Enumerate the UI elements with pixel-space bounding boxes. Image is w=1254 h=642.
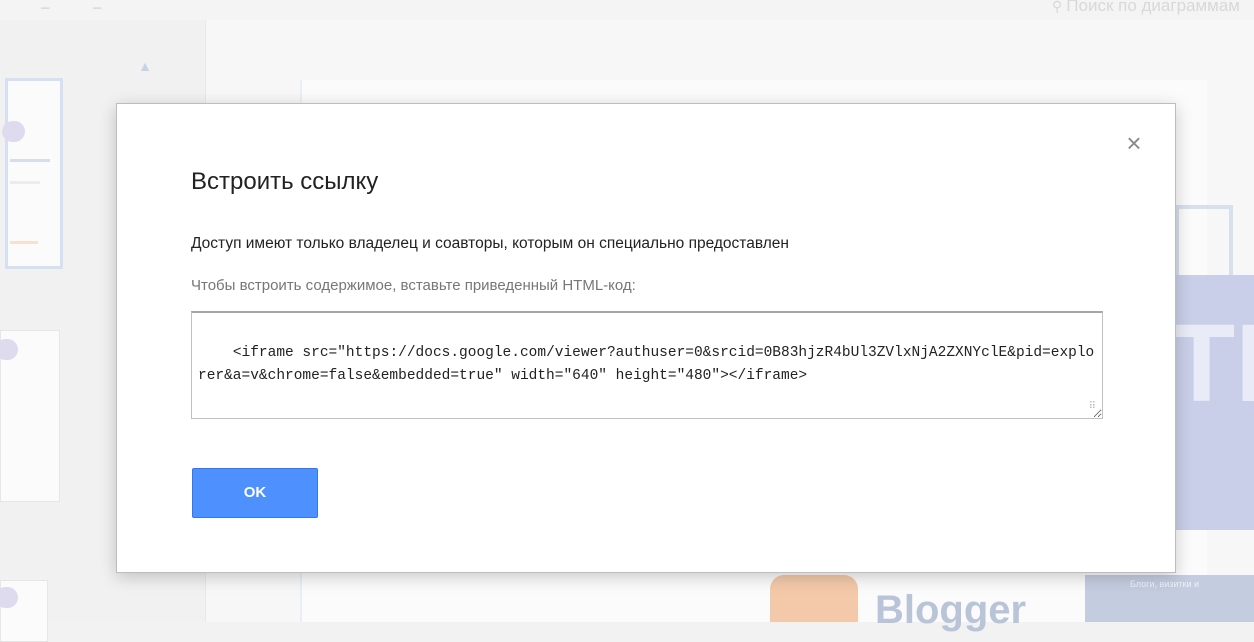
- embed-hint: Чтобы встроить содержимое, вставьте прив…: [191, 277, 636, 294]
- thumbnail-line: [10, 181, 40, 184]
- resize-grip-icon[interactable]: ⠿: [1089, 403, 1096, 413]
- diagram-block-caption: Блоги, визитки и: [1130, 579, 1200, 589]
- search-box[interactable]: ⚲ Поиск по диаграммам: [1052, 0, 1240, 16]
- search-placeholder: Поиск по диаграммам: [1066, 0, 1240, 15]
- thumbnail-3[interactable]: [0, 580, 48, 642]
- thumbnail-line: [10, 159, 50, 162]
- thumbnail-line: [10, 241, 38, 244]
- zoom-in-icon[interactable]: −: [92, 0, 103, 19]
- scroll-up-icon[interactable]: ▲: [133, 58, 157, 80]
- ok-button[interactable]: OK: [192, 468, 318, 518]
- embed-link-dialog: × Встроить ссылку Доступ имеют только вл…: [116, 103, 1176, 573]
- thumbnail-pill: [0, 339, 19, 360]
- access-info: Доступ имеют только владелец и соавторы,…: [191, 235, 789, 252]
- search-icon: ⚲: [1052, 0, 1063, 14]
- blogger-text: Blogger: [875, 588, 1027, 632]
- thumbnail-2[interactable]: [0, 330, 60, 502]
- thumbnail-pill: [0, 587, 19, 608]
- blogger-logo: [770, 575, 858, 622]
- diagram-block-text: ТИ: [1168, 302, 1254, 425]
- dialog-title: Встроить ссылку: [191, 168, 379, 195]
- embed-code-textarea[interactable]: <iframe src="https://docs.google.com/vie…: [191, 311, 1103, 419]
- thumbnail-1[interactable]: [2, 78, 63, 269]
- top-toolbar: − − ⚲ Поиск по диаграммам: [0, 0, 1254, 20]
- thumbnail-pill: [2, 121, 26, 142]
- embed-code-text[interactable]: <iframe src="https://docs.google.com/vie…: [198, 345, 1094, 384]
- zoom-out-icon[interactable]: −: [40, 0, 51, 19]
- close-icon[interactable]: ×: [1120, 129, 1148, 157]
